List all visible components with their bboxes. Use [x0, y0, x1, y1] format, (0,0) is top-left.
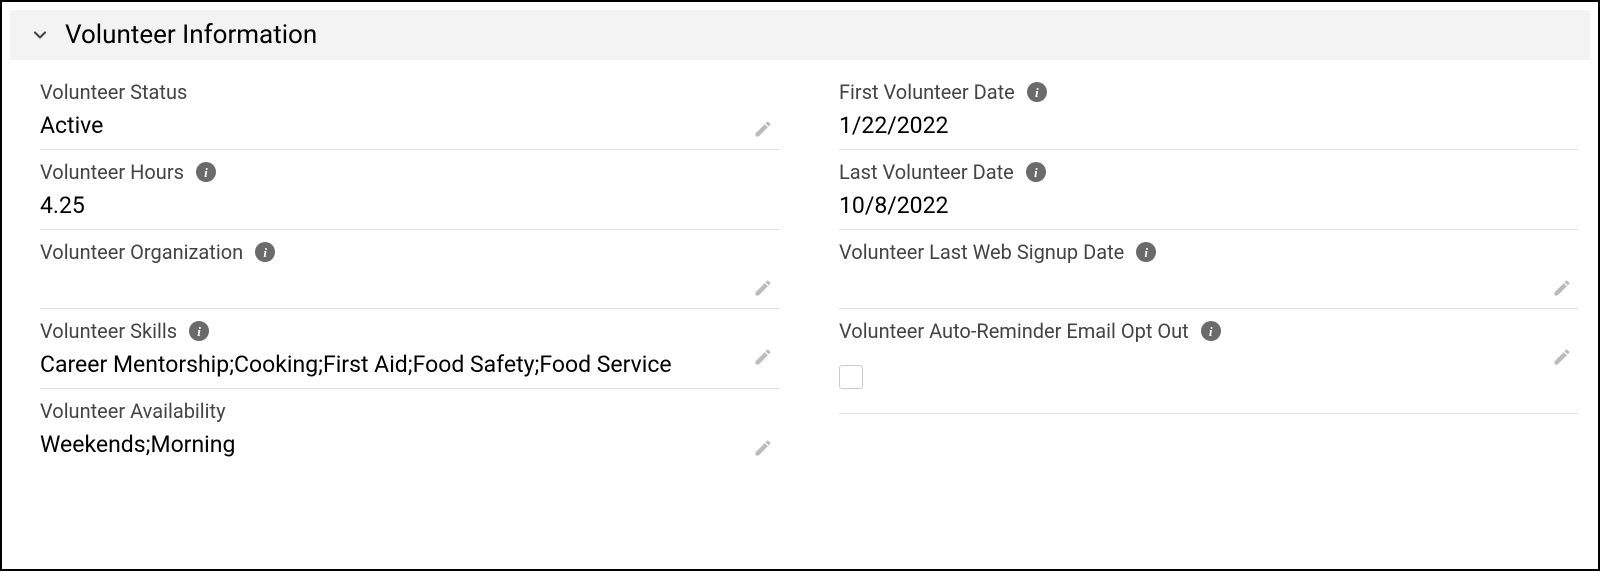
info-icon[interactable]: i: [255, 242, 275, 262]
section-header[interactable]: Volunteer Information: [10, 10, 1590, 60]
volunteer-organization-label: Volunteer Organization: [40, 240, 243, 264]
volunteer-organization-value: [40, 270, 779, 300]
volunteer-availability-field: Volunteer Availability Weekends;Morning: [40, 389, 779, 468]
chevron-down-icon: [30, 25, 50, 45]
last-volunteer-date-label: Last Volunteer Date: [839, 160, 1014, 184]
pencil-icon[interactable]: [753, 278, 773, 298]
info-icon[interactable]: i: [1136, 242, 1156, 262]
volunteer-hours-value: 4.25: [40, 190, 779, 221]
volunteer-organization-field: Volunteer Organization i: [40, 230, 779, 309]
volunteer-status-field: Volunteer Status Active: [40, 70, 779, 150]
volunteer-hours-field: Volunteer Hours i 4.25: [40, 150, 779, 230]
volunteer-availability-label: Volunteer Availability: [40, 399, 226, 423]
section-title: Volunteer Information: [65, 20, 317, 50]
last-volunteer-date-value: 10/8/2022: [839, 190, 1578, 221]
right-column: First Volunteer Date i 1/22/2022 Last Vo…: [839, 70, 1578, 468]
pencil-icon[interactable]: [1552, 347, 1572, 367]
info-icon[interactable]: i: [1027, 82, 1047, 102]
info-icon[interactable]: i: [189, 321, 209, 341]
first-volunteer-date-field: First Volunteer Date i 1/22/2022: [839, 70, 1578, 150]
first-volunteer-date-label: First Volunteer Date: [839, 80, 1015, 104]
volunteer-status-value: Active: [40, 110, 779, 141]
first-volunteer-date-value: 1/22/2022: [839, 110, 1578, 141]
info-icon[interactable]: i: [1026, 162, 1046, 182]
auto-reminder-optout-label: Volunteer Auto-Reminder Email Opt Out: [839, 319, 1189, 343]
volunteer-skills-label: Volunteer Skills: [40, 319, 177, 343]
auto-reminder-optout-field: Volunteer Auto-Reminder Email Opt Out i: [839, 309, 1578, 414]
volunteer-skills-value: Career Mentorship;Cooking;First Aid;Food…: [40, 349, 779, 380]
pencil-icon[interactable]: [753, 347, 773, 367]
info-icon[interactable]: i: [1201, 321, 1221, 341]
section-content: Volunteer Status Active Volunteer Hours …: [2, 60, 1598, 468]
volunteer-availability-value: Weekends;Morning: [40, 429, 779, 460]
info-icon[interactable]: i: [196, 162, 216, 182]
volunteer-status-label: Volunteer Status: [40, 80, 187, 104]
auto-reminder-optout-checkbox[interactable]: [839, 365, 863, 389]
pencil-icon[interactable]: [753, 119, 773, 139]
volunteer-hours-label: Volunteer Hours: [40, 160, 184, 184]
pencil-icon[interactable]: [753, 438, 773, 458]
left-column: Volunteer Status Active Volunteer Hours …: [40, 70, 779, 468]
last-volunteer-date-field: Last Volunteer Date i 10/8/2022: [839, 150, 1578, 230]
last-web-signup-date-value: [839, 270, 1578, 300]
volunteer-skills-field: Volunteer Skills i Career Mentorship;Coo…: [40, 309, 779, 389]
last-web-signup-date-label: Volunteer Last Web Signup Date: [839, 240, 1124, 264]
pencil-icon[interactable]: [1552, 278, 1572, 298]
last-web-signup-date-field: Volunteer Last Web Signup Date i: [839, 230, 1578, 309]
